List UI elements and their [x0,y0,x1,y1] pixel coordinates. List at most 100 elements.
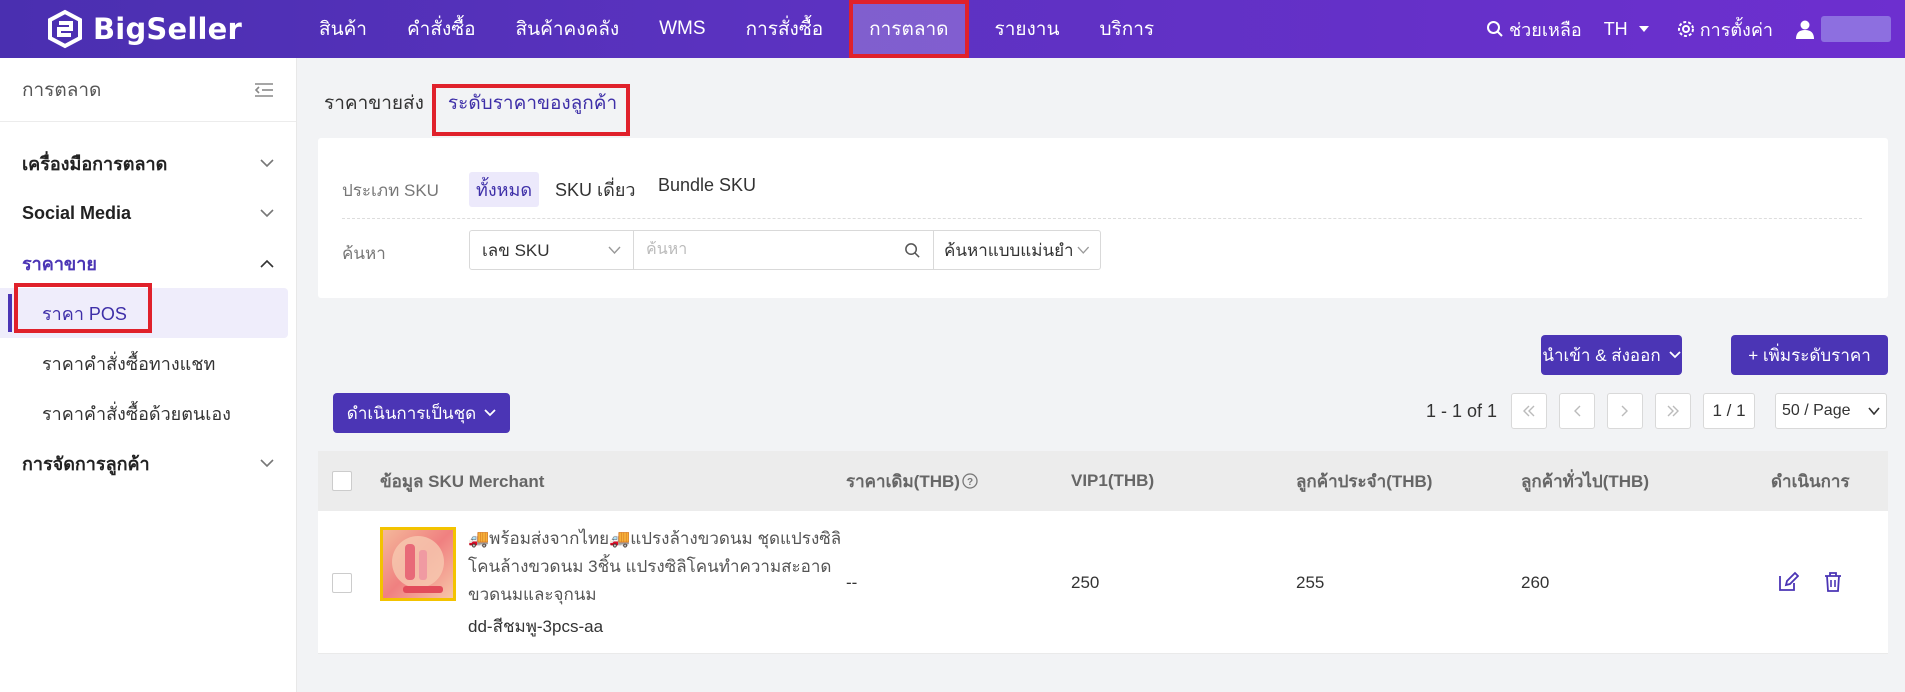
page-size-select[interactable]: 50 / Page [1775,393,1887,429]
original-price: -- [846,573,858,592]
sidebar-item-label: ราคาคำสั่งซื้อทางแชท [42,353,216,374]
sidebar-group-selling-price[interactable]: ราคาขาย [0,238,296,288]
nav-item-products[interactable]: สินค้า [299,0,387,58]
col-original-price: ราคาเดิม(THB) ? [846,468,978,495]
page-indicator[interactable]: 1 / 1 [1703,393,1755,429]
sidebar-item-manual-order-price[interactable]: ราคาคำสั่งซื้อด้วยตนเอง [0,388,296,438]
trash-icon[interactable] [1823,571,1843,593]
bigseller-logo-icon [45,9,85,49]
col-actions: ดำเนินการ [1771,471,1850,491]
col-general-customer: ลูกค้าทั่วไป(THB) [1521,471,1649,491]
search-group: เลข SKU ค้นหาแบบแม่นยำ [469,230,1101,270]
double-chevron-left-icon [1523,405,1535,417]
edit-icon[interactable] [1777,571,1799,593]
col-regular-customer: ลูกค้าประจำ(THB) [1296,471,1433,491]
gear-icon [1677,21,1694,37]
prev-page-button[interactable] [1559,393,1595,429]
sidebar-group-customer-management[interactable]: การจัดการลูกค้า [0,438,296,488]
search-label: ค้นหา [342,244,386,263]
import-export-label: นำเข้า & ส่งออก [1542,345,1661,365]
next-page-button[interactable] [1607,393,1643,429]
sidebar: การตลาด เครื่องมือการตลาด Social Media ร… [0,58,297,692]
settings-link[interactable]: การตั้งค่า [1677,15,1773,44]
sku-type-all[interactable]: ทั้งหมด [469,172,540,207]
nav-item-purchasing[interactable]: การสั่งซื้อ [726,0,844,58]
pagination-summary: 1 - 1 of 1 [1425,400,1497,421]
match-mode-select[interactable]: ค้นหาแบบแม่นยำ [934,231,1100,269]
svg-text:?: ? [967,477,973,488]
sku-type-label: ประเภท SKU [342,181,439,200]
highlight-box-customer-price-level [432,84,630,136]
caret-down-icon [1638,26,1649,32]
sidebar-group-label: Social Media [22,202,132,223]
user-icon[interactable] [1795,19,1815,39]
last-page-button[interactable] [1655,393,1691,429]
product-name: 🚚พร้อมส่งจากไทย🚚แปรงล้างขวดนม ชุดแปรงซิล… [468,529,842,604]
add-price-level-button[interactable]: + เพิ่มระดับราคา [1731,335,1888,375]
sidebar-header: การตลาด [0,58,296,122]
table-row: 🚚พร้อมส่งจากไทย🚚แปรงล้างขวดนม ชุดแปรงซิล… [318,511,1888,654]
chevron-down-icon [260,458,274,467]
bulk-action-button[interactable]: ดำเนินการเป็นชุด [333,393,510,433]
nav-item-marketing[interactable]: การตลาด [849,0,969,58]
row-checkbox[interactable] [332,573,352,593]
nav-item-orders[interactable]: คำสั่งซื้อ [387,0,496,58]
select-all-checkbox[interactable] [332,471,352,491]
sidebar-group-label: ราคาขาย [22,253,97,274]
collapse-menu-icon[interactable] [254,82,274,98]
search-icon [1486,21,1503,37]
product-sku: dd-สีชมพู-3pcs-aa [468,617,604,636]
sidebar-group-marketing-tools[interactable]: เครื่องมือการตลาด [0,138,296,188]
chevron-down-icon [1669,351,1681,359]
nav-item-services[interactable]: บริการ [1079,0,1174,58]
product-thumbnail[interactable] [380,527,456,601]
bulk-action-label: ดำเนินการเป็นชุด [346,403,477,423]
sidebar-item-chat-order-price[interactable]: ราคาคำสั่งซื้อทางแชท [0,338,296,388]
sidebar-group-social-media[interactable]: Social Media [0,188,296,238]
search-input[interactable] [646,241,866,259]
search-field-select[interactable]: เลข SKU [470,231,634,269]
help-circle-icon[interactable]: ? [962,473,978,489]
tab-wholesale-price[interactable]: ราคาขายส่ง [324,88,424,118]
search-icon[interactable] [904,242,921,259]
chevron-up-icon [260,259,274,268]
divider [342,218,1862,219]
sidebar-title: การตลาด [22,79,102,101]
chevron-left-icon [1574,405,1581,417]
price-level-table: ข้อมูล SKU Merchant ราคาเดิม(THB) ? VIP1… [318,451,1888,654]
search-field-value: เลข SKU [482,240,550,260]
brand-logo[interactable]: BigSeller [45,9,285,49]
sidebar-item-label: ราคาคำสั่งซื้อด้วยตนเอง [42,403,231,424]
username-redacted[interactable] [1821,16,1891,42]
sidebar-group-label: เครื่องมือการตลาด [22,153,168,174]
pagination: 1 - 1 of 1 1 / 1 50 / Page [1426,393,1887,429]
chevron-down-icon [260,158,274,167]
chevron-down-icon [260,208,274,217]
chevron-down-icon [608,246,621,254]
nav-item-wms[interactable]: WMS [639,0,725,58]
help-label: ช่วยเหลือ [1508,19,1582,40]
table-header: ข้อมูล SKU Merchant ราคาเดิม(THB) ? VIP1… [318,451,1888,511]
sidebar-group-label: การจัดการลูกค้า [22,453,150,474]
filter-panel: ประเภท SKU ทั้งหมด SKU เดี่ยว Bundle SKU… [318,138,1888,298]
col-vip1: VIP1(THB) [1071,471,1155,490]
language-selector[interactable]: TH [1604,19,1655,40]
first-page-button[interactable] [1511,393,1547,429]
match-mode-value: ค้นหาแบบแม่นยำ [944,240,1074,260]
sku-type-single[interactable]: SKU เดี่ยว [548,172,643,207]
brand-name: BigSeller [93,12,243,46]
double-chevron-right-icon [1667,405,1679,417]
chevron-right-icon [1621,405,1628,417]
sku-type-bundle[interactable]: Bundle SKU [651,172,763,199]
top-right-tools: ช่วยเหลือ TH การตั้งค่า [1486,0,1905,58]
help-link[interactable]: ช่วยเหลือ [1486,15,1582,44]
main-nav: สินค้า คำสั่งซื้อ สินค้าคงคลัง WMS การสั… [299,0,1174,58]
import-export-button[interactable]: นำเข้า & ส่งออก [1541,335,1682,375]
vip1-price: 250 [1071,573,1100,592]
nav-item-inventory[interactable]: สินค้าคงคลัง [496,0,640,58]
page-size-value: 50 / Page [1782,402,1851,419]
highlight-box-pos-price [14,283,152,333]
col-sku-info: ข้อมูล SKU Merchant [380,471,545,491]
nav-item-reports[interactable]: รายงาน [975,0,1080,58]
chevron-down-icon [484,409,496,417]
